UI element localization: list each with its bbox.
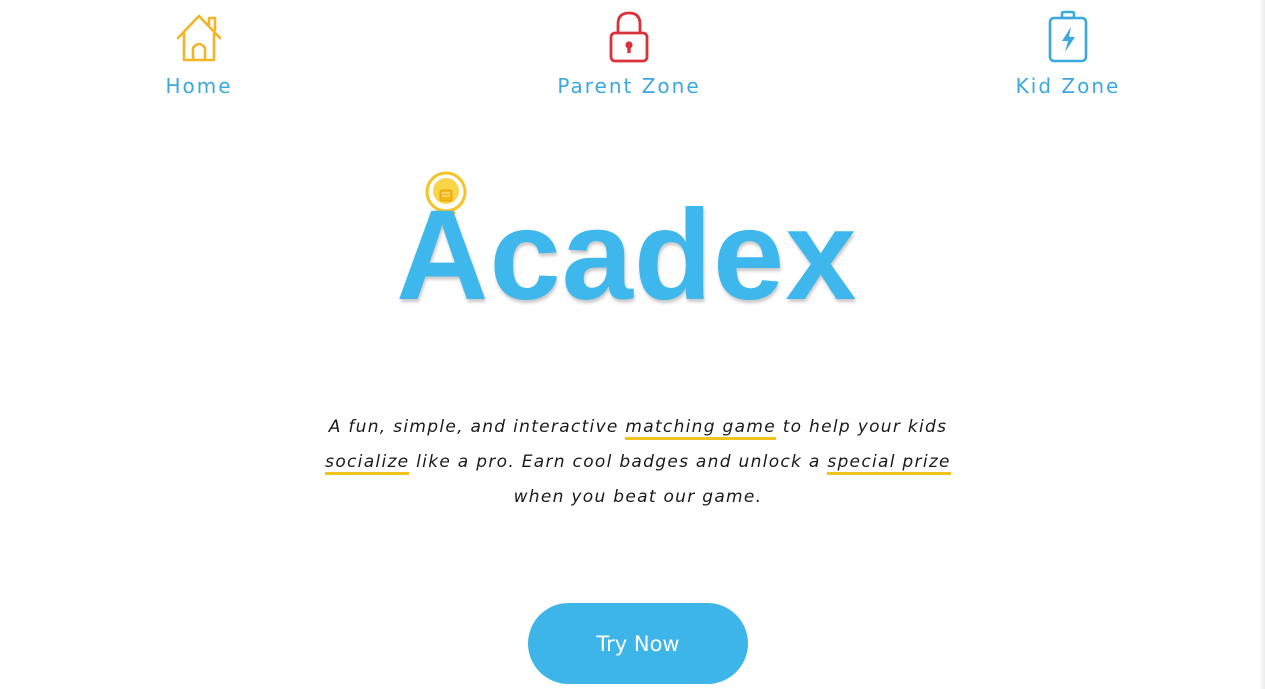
- tagline-text: when you beat our game.: [513, 487, 763, 507]
- lock-icon: [609, 11, 649, 63]
- highlight-special-prize: special prize: [827, 452, 951, 475]
- tagline: A fun, simple, and interactive matching …: [300, 410, 976, 515]
- highlight-socialize: socialize: [325, 452, 410, 475]
- tagline-text: to help your kids: [775, 417, 948, 437]
- nav-item-parent-zone[interactable]: Parent Zone: [529, 10, 729, 98]
- highlight-matching-game: matching game: [625, 417, 776, 440]
- nav-item-home[interactable]: Home: [99, 10, 299, 98]
- battery-bolt-icon: [1048, 10, 1088, 63]
- nav-item-kid-zone[interactable]: Kid Zone: [968, 10, 1168, 98]
- acadex-logo: Acadex: [396, 168, 886, 338]
- house-icon: [176, 14, 222, 62]
- page: Home Parent Zone Kid Zone Acadex A fun, …: [0, 0, 1265, 689]
- scrollbar-track[interactable]: [1259, 0, 1265, 689]
- tagline-text: like a pro. Earn cool badges and unlock …: [409, 452, 828, 472]
- tagline-text: A fun, simple, and interactive: [328, 417, 626, 437]
- try-now-button[interactable]: Try Now: [528, 603, 748, 684]
- logo-wordmark: Acadex: [396, 184, 858, 327]
- nav-label-parent-zone: Parent Zone: [557, 74, 701, 98]
- nav-label-home: Home: [165, 74, 233, 98]
- nav-label-kid-zone: Kid Zone: [1015, 74, 1121, 98]
